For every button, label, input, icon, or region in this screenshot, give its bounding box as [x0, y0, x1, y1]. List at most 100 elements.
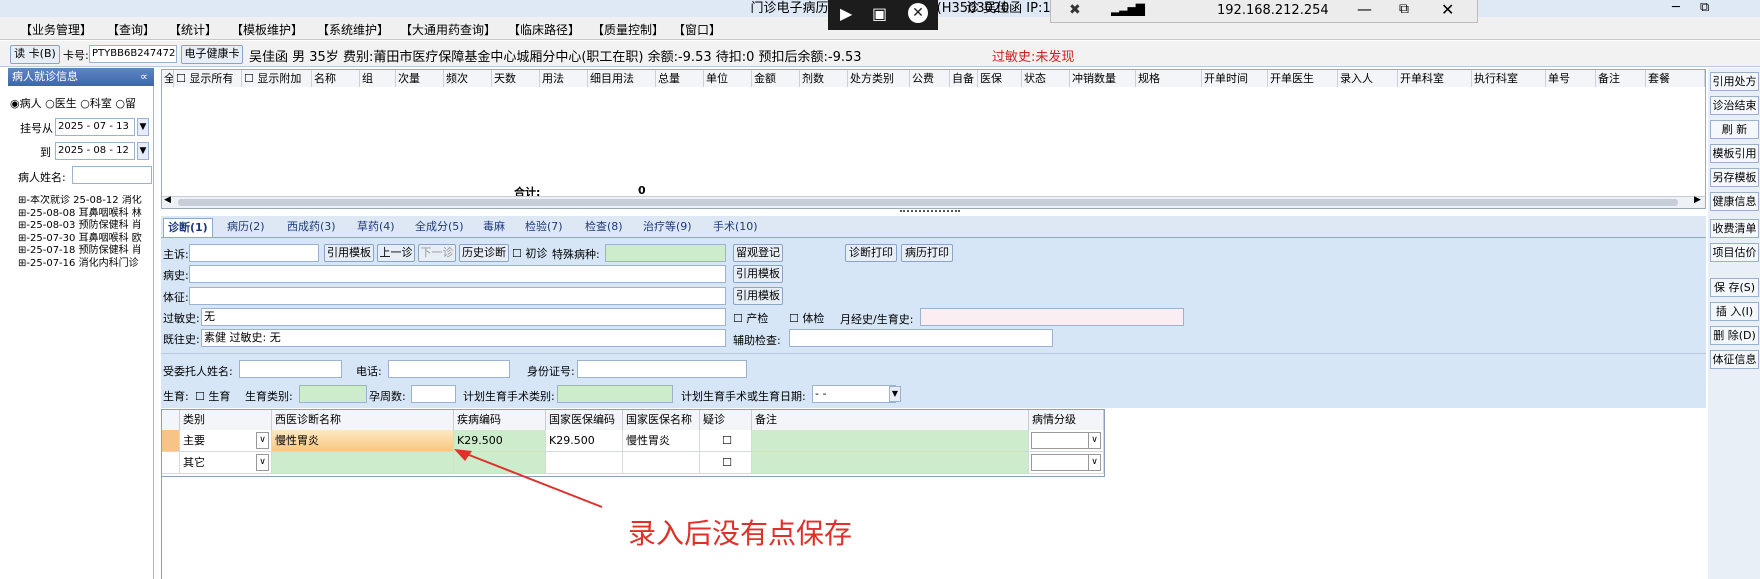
menu-clinical-path[interactable]: 【临床路径】	[508, 21, 580, 38]
restore-icon[interactable]: ⧉	[1700, 0, 1709, 15]
diagnosis-name-cell[interactable]	[272, 452, 454, 474]
complaint-field[interactable]	[189, 244, 319, 262]
menstrual-field[interactable]	[920, 308, 1184, 326]
save-button[interactable]: 保 存(S)	[1710, 278, 1759, 297]
menu-drug-query[interactable]: 【大通用药查询】	[400, 21, 496, 38]
quote-template-button[interactable]: 引用模板	[733, 287, 783, 305]
planning-type-field[interactable]	[557, 385, 673, 403]
menu-system[interactable]: 【系统维护】	[317, 21, 389, 38]
first-visit-checkbox[interactable]: ☐ 初诊	[512, 245, 547, 261]
allergy-field[interactable]: 无	[201, 308, 726, 326]
radio-patient[interactable]: ◉	[10, 97, 20, 110]
severity-select[interactable]: ∨	[1029, 430, 1104, 452]
chevron-down-icon[interactable]: ∨	[1088, 454, 1101, 471]
menu-stats[interactable]: 【统计】	[169, 21, 217, 38]
read-card-button[interactable]: 读 卡(B)	[10, 45, 60, 64]
minimize-icon[interactable]: —	[1357, 0, 1372, 18]
col-all[interactable]: 全	[162, 70, 174, 87]
tab-lab[interactable]: 检验(7)	[521, 218, 567, 237]
date-to-field[interactable]: 2025 - 08 - 12	[55, 142, 135, 160]
splitter-handle[interactable]	[900, 210, 960, 215]
menu-window[interactable]: 【窗口】	[673, 21, 721, 38]
special-disease-field[interactable]	[605, 244, 726, 262]
quote-template-button[interactable]: 引用模板	[324, 244, 374, 262]
tree-item[interactable]: ⊞-25-07-16 消化内科门诊	[18, 258, 154, 271]
insert-button[interactable]: 插 入(I)	[1710, 302, 1759, 321]
scrollbar-thumb[interactable]	[178, 199, 1678, 206]
prenatal-checkbox[interactable]: ☐ 产检	[733, 310, 768, 326]
tab-record[interactable]: 病历(2)	[223, 218, 269, 237]
fullscreen-icon[interactable]: ▣	[872, 4, 887, 23]
close-icon[interactable]: ✕	[908, 3, 928, 23]
tab-exam[interactable]: 检查(8)	[581, 218, 627, 237]
vital-signs-button[interactable]: 体征信息	[1710, 350, 1759, 369]
pin-icon[interactable]: ∝	[140, 68, 148, 86]
tab-western-med[interactable]: 西成药(3)	[283, 218, 340, 237]
refresh-button[interactable]: 刷 新	[1710, 120, 1759, 139]
prev-visit-button[interactable]: 上一诊	[377, 244, 415, 262]
chevron-down-icon[interactable]: ∨	[1088, 432, 1101, 449]
note-cell[interactable]	[752, 430, 1029, 452]
tree-item[interactable]: ⊞-25-08-08 耳鼻咽喉科 林	[18, 208, 154, 221]
scroll-left-icon[interactable]: ◀	[164, 195, 171, 205]
menu-query[interactable]: 【查询】	[107, 21, 155, 38]
chevron-down-icon[interactable]: ▼	[137, 142, 149, 160]
tab-diagnosis[interactable]: 诊断(1)	[163, 218, 213, 237]
history-diagnosis-button[interactable]: 历史诊断	[459, 244, 509, 262]
patient-name-field[interactable]	[72, 166, 152, 184]
chevron-down-icon[interactable]: ∨	[256, 432, 269, 449]
tree-item[interactable]: ⊞-25-08-03 预防保健科 肖	[18, 220, 154, 233]
next-visit-button[interactable]: 下一诊	[418, 244, 456, 262]
quote-template-button[interactable]: 引用模板	[733, 265, 783, 283]
close-icon[interactable]: ✕	[1441, 0, 1454, 19]
horizontal-scrollbar[interactable]: ◀ ▶	[162, 195, 1705, 208]
severity-select[interactable]: ∨	[1029, 452, 1104, 474]
category-select[interactable]: 主要 ∨	[180, 430, 272, 452]
tab-treatment[interactable]: 治疗等(9)	[639, 218, 696, 237]
history-field[interactable]	[189, 265, 726, 283]
tree-item[interactable]: ⊞-25-07-30 耳鼻咽喉科 欧	[18, 233, 154, 246]
card-number-field[interactable]: PTYBB6B247472	[89, 45, 177, 63]
chevron-down-icon[interactable]: ▼	[889, 386, 901, 402]
item-estimate-button[interactable]: 项目估价	[1710, 243, 1759, 262]
chevron-down-icon[interactable]: ▼	[137, 118, 149, 136]
gestation-field[interactable]	[411, 385, 456, 403]
radio-dept[interactable]: ○	[80, 97, 90, 110]
menu-template[interactable]: 【模板维护】	[231, 21, 303, 38]
suspect-checkbox[interactable]: ☐	[700, 452, 752, 474]
ehealth-card-button[interactable]: 电子健康卡	[181, 45, 243, 64]
birth-type-field[interactable]	[299, 385, 367, 403]
birth-checkbox[interactable]: ☐ 生育	[195, 388, 230, 404]
tree-item[interactable]: ⊞-25-07-18 预防保健科 肖	[18, 245, 154, 258]
trustee-field[interactable]	[239, 360, 342, 378]
tab-surgery[interactable]: 手术(10)	[709, 218, 762, 237]
tab-herbal[interactable]: 草药(4)	[353, 218, 399, 237]
physical-exam-checkbox[interactable]: ☐ 体检	[789, 310, 824, 326]
note-cell[interactable]	[752, 452, 1029, 474]
radio-stay[interactable]: ○	[115, 97, 125, 110]
suspect-checkbox[interactable]: ☐	[700, 430, 752, 452]
row-indicator[interactable]	[162, 430, 180, 452]
print-record-button[interactable]: 病历打印	[901, 244, 953, 262]
tab-narcotic[interactable]: 毒麻	[479, 218, 509, 237]
chevron-down-icon[interactable]: ∨	[256, 454, 269, 471]
save-as-template-button[interactable]: 另存模板	[1710, 168, 1759, 187]
finish-visit-button[interactable]: 诊治结束	[1710, 96, 1759, 115]
scroll-right-icon[interactable]: ▶	[1694, 195, 1701, 205]
planning-date-field[interactable]: - -	[812, 385, 896, 403]
play-icon[interactable]: ▶	[840, 4, 852, 23]
show-all-checkbox[interactable]: ☐ 显示所有	[174, 70, 242, 87]
observation-register-button[interactable]: 留观登记	[733, 244, 783, 262]
show-extra-checkbox[interactable]: ☐ 显示附加	[242, 70, 312, 87]
mute-icon[interactable]: ✖	[1069, 2, 1081, 18]
restore-icon[interactable]: ⧉	[1399, 1, 1409, 17]
health-info-button[interactable]: 健康信息	[1710, 192, 1759, 211]
minimize-icon[interactable]: ─	[1672, 0, 1680, 15]
signs-field[interactable]	[189, 287, 726, 305]
tree-item[interactable]: ⊞-本次就诊 25-08-12 消化	[18, 195, 154, 208]
category-select[interactable]: 其它 ∨	[180, 452, 272, 474]
row-indicator[interactable]	[162, 452, 180, 474]
fee-list-button[interactable]: 收费清单	[1710, 219, 1759, 238]
date-from-field[interactable]: 2025 - 07 - 13	[55, 118, 135, 136]
menu-quality[interactable]: 【质量控制】	[592, 21, 664, 38]
